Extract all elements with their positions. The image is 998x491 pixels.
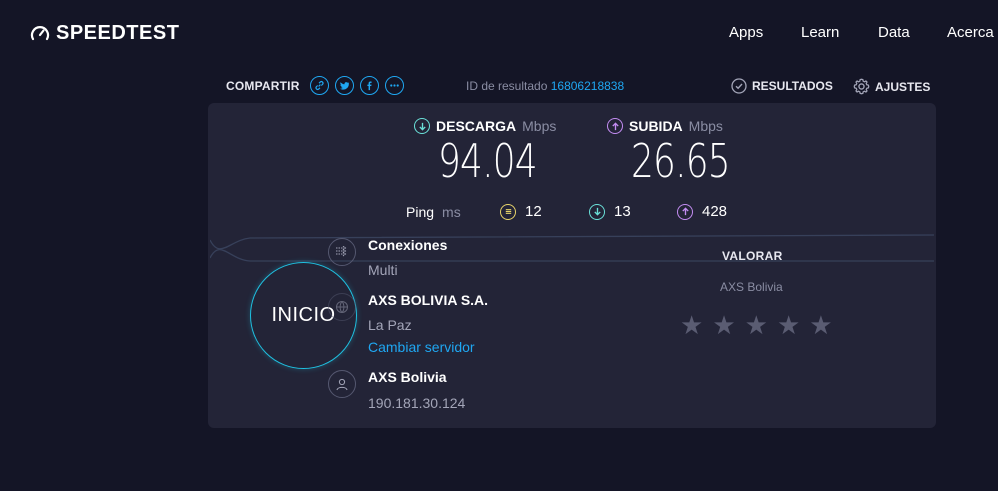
nav-about[interactable]: Acerca [947, 24, 994, 41]
ping-upload: 428 [677, 203, 727, 220]
download-value: 94.04 [438, 134, 538, 188]
upload-header: SUBIDA Mbps [607, 118, 723, 134]
twitter-icon[interactable] [334, 76, 354, 95]
ping-download-value: 13 [614, 203, 631, 220]
star-icon[interactable]: ★ [809, 312, 832, 338]
connections-title: Conexiones [368, 237, 448, 253]
star-icon[interactable]: ★ [680, 312, 703, 338]
link-icon[interactable] [309, 76, 329, 95]
download-header: DESCARGA Mbps [414, 118, 556, 134]
share-bar: COMPARTIR [226, 76, 404, 95]
upload-arrow-icon [607, 118, 623, 134]
ping-label: Ping [406, 204, 435, 220]
nav-learn[interactable]: Learn [801, 24, 839, 41]
result-id: ID de resultado 16806218838 [466, 79, 624, 93]
facebook-icon[interactable] [359, 76, 379, 95]
speedometer-icon [30, 25, 50, 40]
globe-icon [328, 293, 356, 321]
speedtest-logo[interactable]: SPEEDTEST [30, 22, 179, 45]
result-id-value[interactable]: 16806218838 [551, 79, 624, 93]
share-label: COMPARTIR [226, 78, 300, 93]
server-location: La Paz [368, 317, 412, 333]
nav-apps[interactable]: Apps [729, 24, 763, 41]
user-icon [328, 370, 356, 398]
rating-title: VALORAR [722, 249, 783, 263]
ping-label-group: Ping ms [406, 204, 461, 220]
more-icon[interactable] [384, 76, 404, 95]
check-circle-icon [731, 78, 747, 94]
connections-value: Multi [368, 262, 398, 278]
ping-download-icon [589, 203, 605, 220]
ping-idle-value: 12 [525, 203, 542, 220]
download-arrow-icon [414, 118, 430, 134]
change-server-link[interactable]: Cambiar servidor [368, 339, 475, 355]
settings-button[interactable]: AJUSTES [853, 78, 930, 95]
brand-name: SPEEDTEST [56, 22, 180, 44]
connections-icon [328, 238, 356, 266]
result-id-label: ID de resultado [466, 79, 548, 93]
ping-upload-value: 428 [702, 203, 728, 220]
download-label: DESCARGA [436, 118, 517, 134]
star-icon[interactable]: ★ [712, 312, 735, 338]
isp-name: AXS Bolivia [368, 369, 447, 385]
star-icon[interactable]: ★ [745, 312, 768, 338]
ping-unit: ms [442, 204, 461, 220]
upload-unit: Mbps [688, 118, 723, 134]
download-unit: Mbps [522, 118, 557, 134]
rating-isp: AXS Bolivia [720, 280, 783, 294]
ping-download: 13 [589, 203, 631, 220]
speed-graph-decoration [210, 234, 935, 262]
ping-idle: 12 [500, 203, 542, 220]
results-button[interactable]: RESULTADOS [731, 78, 833, 94]
ping-idle-icon [500, 203, 516, 220]
results-label: RESULTADOS [752, 79, 833, 93]
upload-label: SUBIDA [629, 118, 683, 134]
gear-icon [853, 78, 870, 95]
ping-upload-icon [677, 203, 693, 220]
rating-stars: ★ ★ ★ ★ ★ [680, 312, 833, 338]
nav-data[interactable]: Data [878, 24, 910, 41]
isp-ip: 190.181.30.124 [368, 395, 466, 411]
upload-value: 26.65 [631, 134, 731, 188]
star-icon[interactable]: ★ [777, 312, 800, 338]
server-name: AXS BOLIVIA S.A. [368, 292, 489, 308]
settings-label: AJUSTES [875, 79, 931, 94]
